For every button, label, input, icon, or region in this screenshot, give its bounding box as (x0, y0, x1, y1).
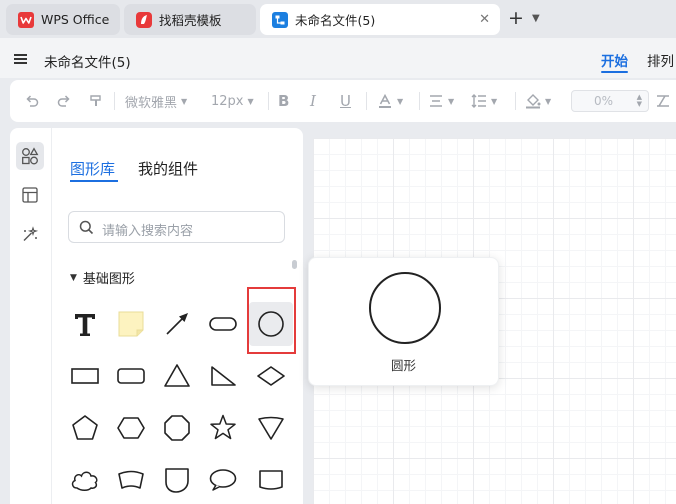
active-tab-indicator (601, 71, 628, 73)
shape-library-panel: 图形库 我的组件 请输入搜索内容 ▼ 基础图形 (10, 128, 303, 504)
shape-rounded-rect-icon[interactable] (201, 302, 245, 346)
docer-logo-icon (136, 11, 152, 28)
opacity-stepper[interactable]: 0% ▲ ▼ (571, 90, 649, 112)
active-tab-indicator (70, 180, 118, 182)
chevron-down-icon[interactable]: ▼ (532, 13, 540, 24)
shape-octagon-icon[interactable] (155, 406, 199, 450)
shape-round-corner-rect-icon[interactable] (109, 354, 153, 398)
chevron-down-icon: ▼ (448, 96, 455, 106)
shapes-library-icon[interactable] (16, 142, 44, 170)
redo-icon[interactable] (56, 91, 72, 111)
tab-label: WPS Office (41, 12, 110, 27)
font-size-value: 12px (211, 93, 244, 109)
circle-preview-icon (369, 272, 441, 344)
title-bar: 未命名文件(5) 开始 排列 (0, 38, 676, 78)
font-color-icon[interactable]: ▼ (377, 91, 403, 111)
toolbar-divider (366, 92, 367, 110)
shape-right-triangle-icon[interactable] (201, 354, 245, 398)
tab-docer[interactable]: 找稻壳模板 (124, 4, 256, 35)
align-icon[interactable]: ▼ (428, 91, 454, 111)
shape-inverted-triangle-icon[interactable] (249, 406, 293, 450)
line-spacing-icon[interactable]: ▼ (471, 91, 497, 111)
toolbar-divider (114, 92, 115, 110)
font-family-value: 微软雅黑 (125, 95, 178, 111)
category-basic-shapes[interactable]: ▼ 基础图形 (70, 268, 135, 287)
tab-shape-library[interactable]: 图形库 (70, 158, 115, 179)
font-size-select[interactable]: 12px ▼ (211, 91, 254, 111)
tab-current-doc[interactable]: 未命名文件(5) ✕ (260, 4, 500, 35)
tab-label: 找稻壳模板 (159, 13, 222, 28)
shape-preview-popup: 圆形 (308, 257, 499, 386)
new-tab-button[interactable]: + (508, 9, 524, 28)
chevron-down-icon: ▼ (181, 96, 188, 106)
document-title[interactable]: 未命名文件(5) (44, 51, 131, 71)
search-icon (79, 220, 94, 239)
format-toolbar: 微软雅黑 ▼ 12px ▼ B I U ▼ ▼ ▼ ▼ 0% ▲ ▼ (10, 80, 676, 122)
shape-shield-icon[interactable] (155, 458, 199, 502)
caret-down-icon: ▼ (70, 272, 77, 283)
ai-magic-icon[interactable] (16, 221, 44, 249)
font-family-select[interactable]: 微软雅黑 ▼ (125, 91, 187, 111)
format-painter-icon[interactable] (88, 91, 104, 111)
scrollbar[interactable] (292, 260, 297, 269)
opacity-value: 0% (594, 94, 614, 108)
flowchart-doc-icon (272, 11, 288, 28)
hamburger-menu-icon[interactable] (14, 54, 27, 64)
chevron-down-icon: ▼ (247, 96, 254, 106)
shape-star-icon[interactable] (201, 406, 245, 450)
fill-color-icon[interactable]: ▼ (525, 91, 551, 111)
underline-icon[interactable]: U (340, 91, 351, 111)
toolbar-divider (515, 92, 516, 110)
template-icon[interactable] (16, 181, 44, 209)
toolbar-divider (419, 92, 420, 110)
toolbar-divider (268, 92, 269, 110)
undo-icon[interactable] (24, 91, 40, 111)
chevron-down-icon: ▼ (545, 96, 552, 106)
ribbon-tab-start[interactable]: 开始 (601, 50, 628, 70)
shape-hexagon-icon[interactable] (109, 406, 153, 450)
chevron-down-icon: ▼ (397, 96, 404, 106)
shape-diamond-icon[interactable] (249, 354, 293, 398)
selection-highlight (247, 287, 296, 354)
shape-text-icon[interactable] (63, 302, 107, 346)
shape-triangle-icon[interactable] (155, 354, 199, 398)
shape-document-icon[interactable] (249, 458, 293, 502)
search-placeholder: 请输入搜索内容 (102, 224, 194, 239)
tab-my-components[interactable]: 我的组件 (138, 158, 198, 179)
bold-icon[interactable]: B (278, 91, 289, 111)
stepper-arrows-icon[interactable]: ▲ ▼ (637, 94, 642, 108)
italic-icon[interactable]: I (310, 91, 316, 111)
shape-arrow-line-icon[interactable] (155, 302, 199, 346)
shape-speech-bubble-icon[interactable] (201, 458, 245, 502)
shape-cloud-icon[interactable] (63, 458, 107, 502)
preview-label: 圆形 (390, 358, 416, 373)
shape-rectangle-icon[interactable] (63, 354, 107, 398)
close-icon[interactable]: ✕ (479, 12, 490, 27)
tab-bar: WPS Office 找稻壳模板 未命名文件(5) ✕ + ▼ (0, 0, 676, 38)
tab-wps-office[interactable]: WPS Office (6, 4, 120, 35)
chevron-down-icon: ▼ (491, 96, 498, 106)
text-direction-icon[interactable] (655, 91, 671, 111)
category-label: 基础图形 (82, 272, 135, 287)
tab-label: 未命名文件(5) (295, 13, 376, 28)
wps-logo-icon (18, 11, 34, 28)
side-rail (10, 128, 52, 504)
search-input[interactable]: 请输入搜索内容 (68, 211, 285, 243)
ribbon-tab-arrange[interactable]: 排列 (647, 50, 674, 70)
shape-note-icon[interactable] (109, 302, 153, 346)
shape-curved-banner-icon[interactable] (109, 458, 153, 502)
shape-pentagon-icon[interactable] (63, 406, 107, 450)
